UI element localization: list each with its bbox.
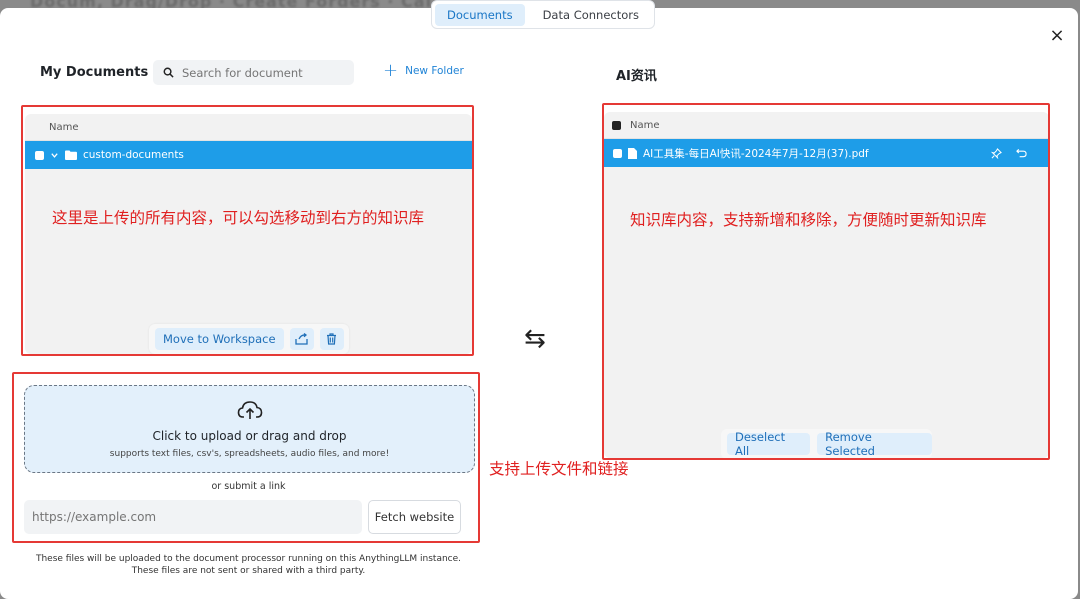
close-icon[interactable]: × bbox=[1048, 27, 1066, 45]
privacy-note-line-1: These files will be uploaded to the docu… bbox=[35, 554, 462, 564]
privacy-note-line-2: These files are not sent or shared with … bbox=[131, 566, 366, 576]
search-icon bbox=[163, 67, 174, 78]
tab-data-connectors[interactable]: Data Connectors bbox=[531, 4, 651, 26]
plus-icon: + bbox=[383, 60, 399, 81]
my-documents-title: My Documents bbox=[40, 65, 149, 80]
documents-modal: × My Documents + New Folder AI资讯 Name cu… bbox=[0, 8, 1078, 599]
workspace-title: AI资讯 bbox=[616, 69, 657, 84]
new-folder-label: New Folder bbox=[405, 65, 464, 77]
privacy-note: These files will be uploaded to the docu… bbox=[0, 553, 497, 577]
left-highlight-box bbox=[21, 105, 474, 356]
tab-documents[interactable]: Documents bbox=[435, 3, 525, 26]
modal-tabs: Documents Data Connectors bbox=[431, 0, 655, 29]
right-highlight-box bbox=[602, 103, 1050, 460]
swap-arrows-icon: ⇆ bbox=[524, 324, 546, 354]
new-folder-button[interactable]: + New Folder bbox=[383, 60, 464, 81]
search-input[interactable] bbox=[182, 65, 342, 80]
upload-highlight-box bbox=[12, 372, 480, 543]
document-search[interactable] bbox=[153, 60, 354, 85]
upload-annotation: 支持上传文件和链接 bbox=[489, 460, 629, 478]
